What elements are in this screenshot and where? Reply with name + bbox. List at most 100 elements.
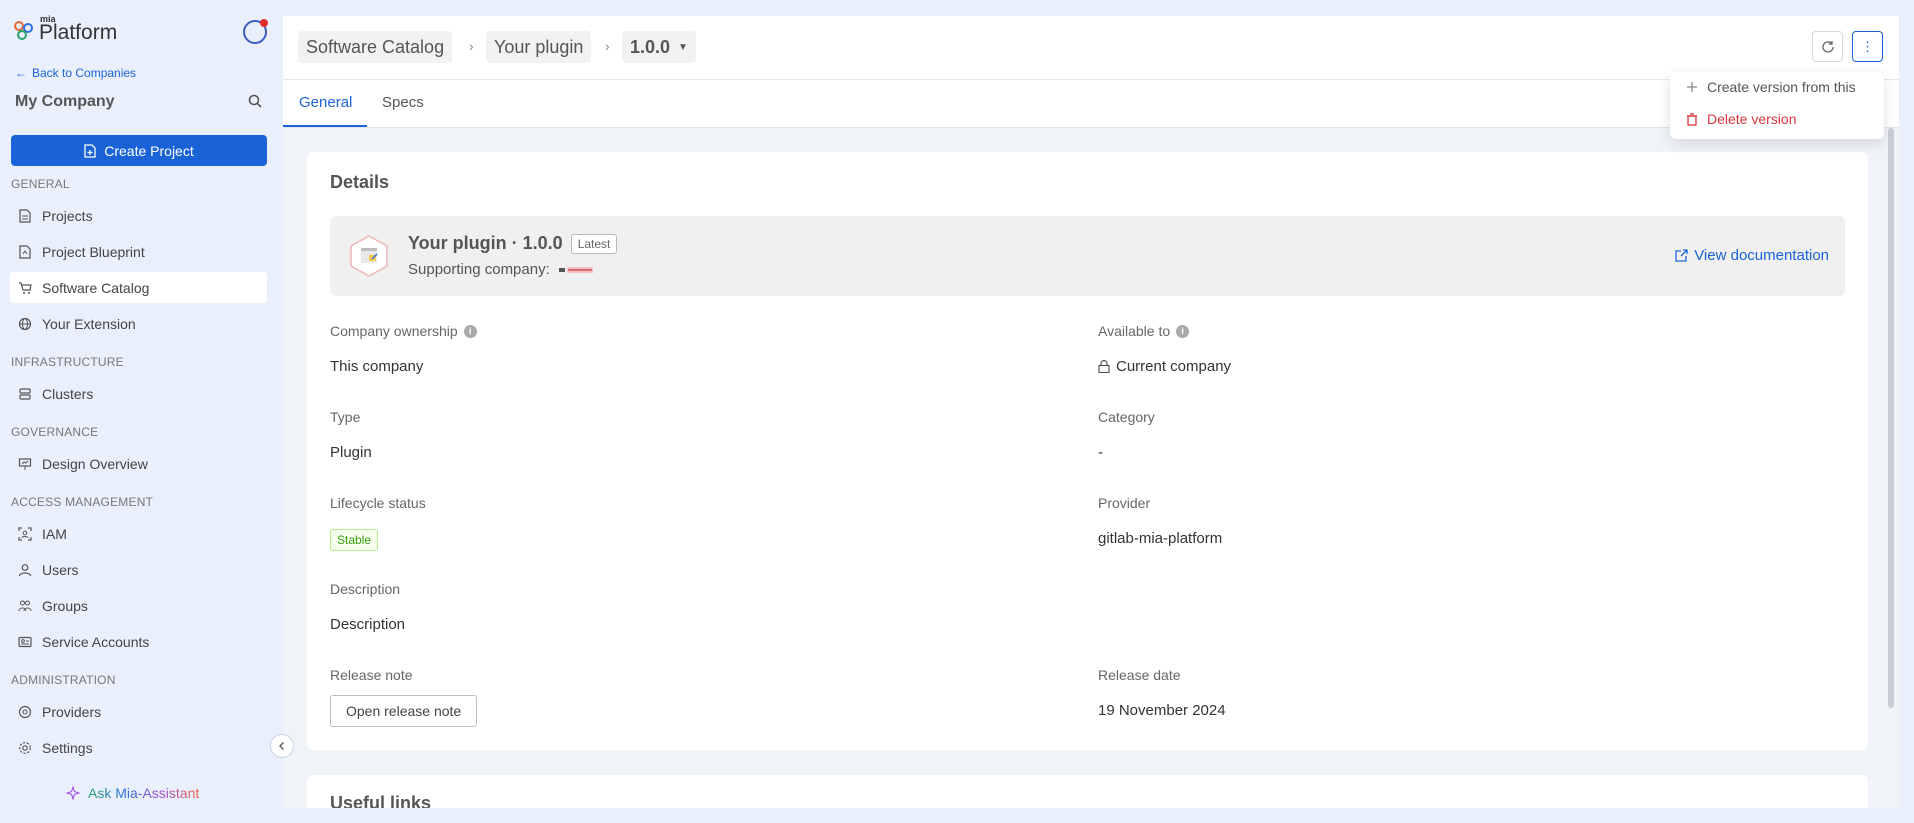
- user-avatar-icon[interactable]: [243, 19, 268, 44]
- tab-specs[interactable]: Specs: [382, 94, 424, 111]
- blueprint-icon: [19, 244, 31, 259]
- supporting-company: Supporting company:: [408, 261, 594, 278]
- presentation-icon: [18, 457, 32, 470]
- main-panel: Software Catalog › Your plugin › 1.0.0 ▼…: [283, 16, 1899, 808]
- sidebar-item-groups[interactable]: Groups: [10, 590, 267, 621]
- sidebar-item-design-overview[interactable]: Design Overview: [10, 448, 267, 479]
- open-release-note-button[interactable]: Open release note: [330, 695, 478, 727]
- view-documentation-link[interactable]: View documentation: [1675, 247, 1829, 264]
- breadcrumb-your-plugin[interactable]: Your plugin: [486, 31, 592, 63]
- chevron-right-icon: ›: [605, 38, 610, 54]
- company-ownership-value: This company: [330, 358, 424, 375]
- scan-icon: [18, 526, 32, 541]
- collapse-sidebar-button[interactable]: [270, 734, 294, 758]
- version-value: 1.0.0: [630, 36, 671, 57]
- tabs-bar: General Specs: [283, 80, 1899, 128]
- sidebar-item-label: Your Extension: [42, 315, 136, 332]
- sidebar-item-label: Settings: [42, 739, 93, 756]
- sidebar-item-projects[interactable]: Projects: [10, 200, 267, 231]
- supporting-company-logo: [558, 266, 593, 273]
- sidebar-item-label: Clusters: [42, 385, 94, 402]
- details-card: Details Your plugin · 1.0.0 Latest Suppo…: [307, 152, 1868, 750]
- lock-icon: [1098, 360, 1110, 373]
- sidebar-item-label: Users: [42, 561, 79, 578]
- ask-assistant-label: Ask Mia-Assistant: [88, 785, 200, 801]
- lifecycle-status-label: Lifecycle status: [330, 495, 426, 511]
- sidebar-item-providers[interactable]: Providers: [10, 696, 267, 727]
- section-general: GENERAL: [11, 177, 70, 191]
- user-icon: [18, 563, 32, 576]
- sidebar-item-software-catalog[interactable]: Software Catalog: [10, 272, 267, 303]
- available-to-value: Current company: [1098, 358, 1231, 375]
- plugin-title-row: Your plugin · 1.0.0 Latest: [408, 233, 618, 254]
- company-ownership-label: Company ownership i: [330, 323, 477, 339]
- delete-version-label: Delete version: [1707, 111, 1797, 127]
- tab-general[interactable]: General: [299, 94, 352, 111]
- provider-label: Provider: [1098, 495, 1151, 511]
- type-label: Type: [330, 409, 361, 425]
- refresh-button[interactable]: [1812, 31, 1843, 62]
- sidebar-item-iam[interactable]: IAM: [10, 518, 267, 549]
- scrollbar[interactable]: [1888, 128, 1894, 708]
- latest-badge: Latest: [570, 233, 618, 254]
- sparkle-icon: [66, 786, 80, 800]
- sidebar-item-users[interactable]: Users: [10, 554, 267, 585]
- group-icon: [18, 600, 32, 611]
- company-name: My Company: [15, 93, 115, 110]
- arrow-left-icon: ←: [15, 66, 27, 80]
- ask-mia-assistant-button[interactable]: Ask Mia-Assistant: [66, 785, 199, 801]
- create-project-button[interactable]: Create Project: [11, 135, 267, 166]
- release-note-label: Release note: [330, 667, 413, 683]
- sidebar-item-label: Projects: [42, 207, 93, 224]
- type-value: Plugin: [330, 444, 372, 461]
- version-select[interactable]: 1.0.0 ▼: [622, 31, 696, 63]
- create-version-menu-item[interactable]: Create version from this: [1686, 79, 1856, 95]
- sidebar-item-your-extension[interactable]: Your Extension: [10, 308, 267, 339]
- sidebar-item-clusters[interactable]: Clusters: [10, 378, 267, 409]
- info-icon[interactable]: i: [463, 324, 477, 338]
- release-date-label: Release date: [1098, 667, 1181, 683]
- create-project-label: Create Project: [104, 142, 194, 159]
- cart-icon: [19, 281, 32, 294]
- mia-platform-logo[interactable]: mia Platform: [13, 14, 118, 44]
- create-version-label: Create version from this: [1707, 79, 1856, 95]
- sidebar-item-label: IAM: [42, 525, 67, 542]
- projects-icon: [19, 208, 31, 223]
- section-governance: GOVERNANCE: [11, 425, 99, 439]
- view-documentation-label: View documentation: [1694, 247, 1829, 264]
- supporting-company-label: Supporting company:: [408, 261, 550, 278]
- sidebar-item-service-accounts[interactable]: Service Accounts: [10, 626, 267, 657]
- field-label: Available to: [1098, 323, 1171, 339]
- external-link-icon: [1675, 249, 1688, 262]
- info-icon[interactable]: i: [1176, 324, 1190, 338]
- mia-logo-icon: [14, 21, 33, 40]
- provider-value: gitlab-mia-platform: [1098, 530, 1223, 547]
- logo-platform-text: Platform: [39, 21, 118, 44]
- sidebar-item-settings[interactable]: Settings: [10, 732, 267, 763]
- lifecycle-status-badge: Stable: [330, 529, 379, 551]
- id-card-icon: [18, 636, 32, 647]
- more-actions-button[interactable]: ⋮: [1852, 31, 1883, 62]
- sidebar-item-project-blueprint[interactable]: Project Blueprint: [10, 236, 267, 267]
- caret-down-icon: ▼: [678, 41, 688, 53]
- version-actions-menu: Create version from this Delete version: [1670, 72, 1884, 139]
- section-infrastructure: INFRASTRUCTURE: [11, 355, 124, 369]
- back-label: Back to Companies: [32, 66, 137, 80]
- useful-links-title: Useful links: [330, 793, 432, 808]
- description-label: Description: [330, 581, 401, 597]
- details-title: Details: [330, 172, 390, 192]
- delete-version-menu-item[interactable]: Delete version: [1686, 111, 1797, 127]
- useful-links-card: Useful links: [307, 775, 1868, 808]
- release-date-value: 19 November 2024: [1098, 702, 1226, 719]
- plugin-summary: Your plugin · 1.0.0 Latest Supporting co…: [330, 216, 1845, 296]
- category-label: Category: [1098, 409, 1155, 425]
- breadcrumb-software-catalog[interactable]: Software Catalog: [298, 31, 453, 63]
- search-icon[interactable]: [248, 94, 262, 108]
- sidebar-item-label: Design Overview: [42, 455, 148, 472]
- sidebar-item-label: Project Blueprint: [42, 243, 145, 260]
- sidebar-item-label: Service Accounts: [42, 633, 150, 650]
- gear-icon: [19, 741, 31, 754]
- back-to-companies-link[interactable]: ← Back to Companies: [15, 66, 136, 80]
- field-label: Company ownership: [330, 323, 458, 339]
- provider-icon: [18, 705, 32, 718]
